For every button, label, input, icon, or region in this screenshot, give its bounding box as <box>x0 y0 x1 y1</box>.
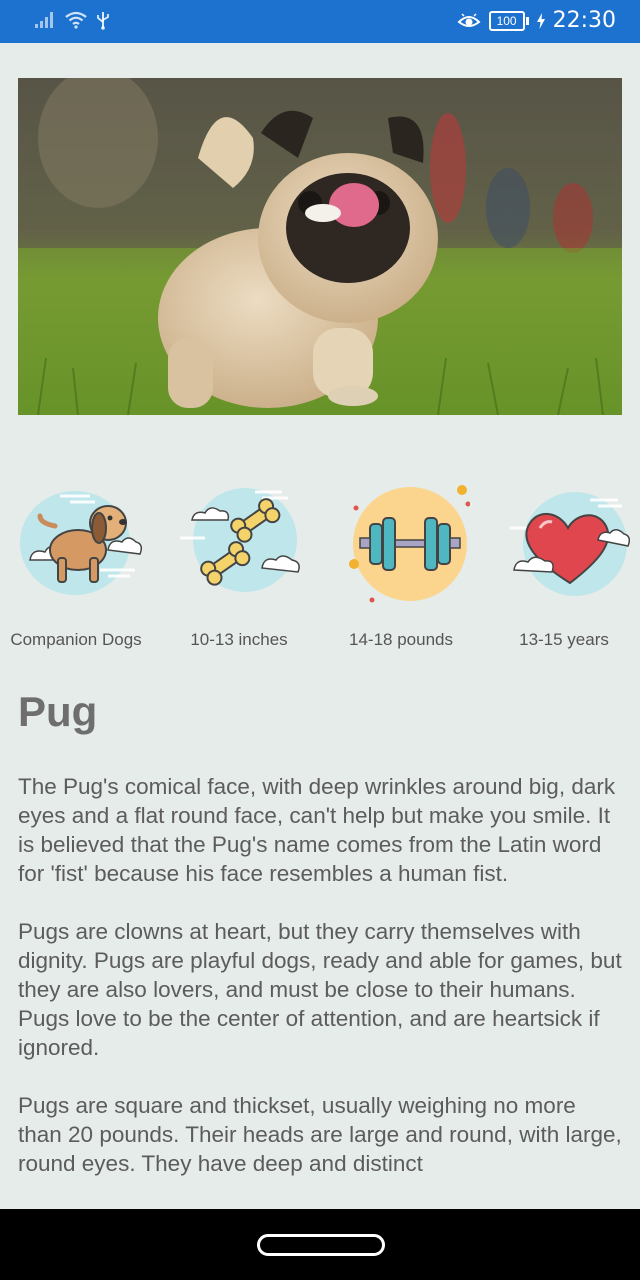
wifi-icon <box>65 11 87 29</box>
lifespan-heart-icon <box>510 491 630 596</box>
description-paragraph: The Pug's comical face, with deep wrinkl… <box>18 774 616 886</box>
trait-icon-cell <box>480 470 640 610</box>
trait-label-weight: 14-18 pounds <box>349 630 453 649</box>
charging-icon <box>536 13 545 29</box>
clock: 22:30 <box>552 8 616 33</box>
traits-labels-row: Companion Dogs 10-13 inches 14-18 pounds… <box>0 630 640 660</box>
trait-icon-cell <box>160 470 320 610</box>
companion-dog-icon <box>20 490 143 595</box>
trait-label-group: Companion Dogs <box>10 630 142 649</box>
trait-label-lifespan: 13-15 years <box>519 630 609 649</box>
status-bar: 100 22:30 <box>0 0 640 43</box>
pug-running-on-grass-photo <box>18 78 622 415</box>
breed-description: The Pug's comical face, with deep wrinkl… <box>18 772 624 1207</box>
trait-label-size: 10-13 inches <box>190 630 288 649</box>
battery-level: 100 <box>488 11 525 31</box>
eye-comfort-icon <box>457 13 481 27</box>
traits-icons-row <box>0 470 640 610</box>
description-paragraph: Pugs are square and thickset, usually we… <box>18 1093 622 1176</box>
home-gesture-bar[interactable] <box>257 1234 385 1256</box>
usb-icon <box>97 12 109 30</box>
breed-title: Pug <box>18 688 98 735</box>
weight-dumbbell-icon <box>349 484 470 602</box>
trait-icon-cell <box>0 470 160 610</box>
trait-icon-cell <box>320 470 480 610</box>
signal-icon <box>35 12 53 28</box>
battery-icon: 100 <box>488 11 529 31</box>
navigation-bar <box>0 1209 640 1280</box>
height-bones-icon <box>180 487 300 592</box>
description-paragraph: Pugs are clowns at heart, but they carry… <box>18 919 622 1060</box>
